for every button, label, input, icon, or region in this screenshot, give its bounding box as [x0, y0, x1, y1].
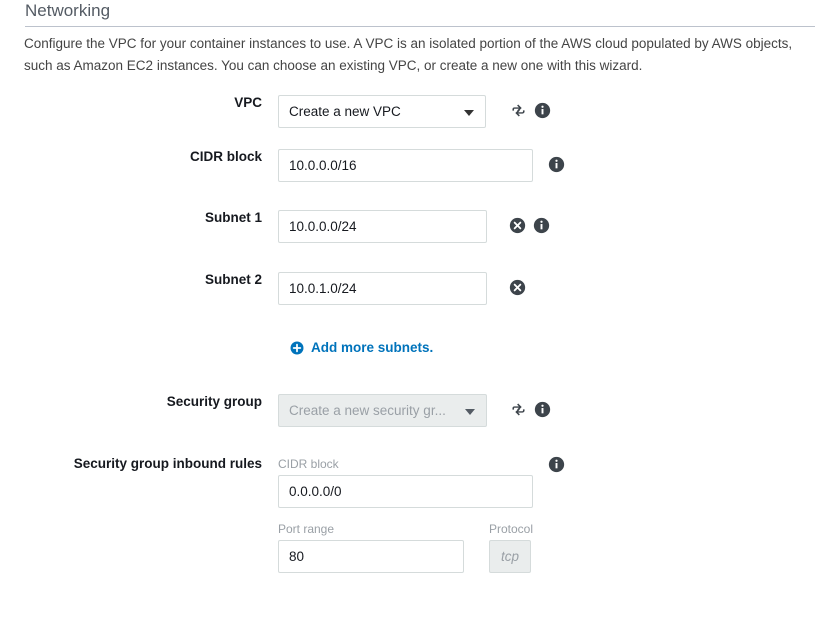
- header-divider: [25, 26, 815, 27]
- info-icon[interactable]: [548, 456, 565, 473]
- inbound-port-range-sublabel: Port range: [278, 522, 335, 536]
- field-row-inbound-rules: Security group inbound rules CIDR block …: [0, 456, 840, 576]
- info-icon[interactable]: [548, 156, 565, 173]
- add-more-subnets-label: Add more subnets.: [311, 340, 434, 355]
- section-header: Networking: [25, 0, 815, 27]
- vpc-label: VPC: [234, 95, 262, 110]
- security-group-select-value: Create a new security gr...: [289, 403, 446, 418]
- inbound-rules-icon-group: [548, 456, 565, 473]
- section-description: Configure the VPC for your container ins…: [24, 36, 793, 73]
- refresh-icon[interactable]: [510, 102, 527, 119]
- remove-circle-icon[interactable]: [509, 217, 526, 234]
- inbound-protocol-sublabel: Protocol: [489, 522, 534, 536]
- subnet-1-icon-group: [509, 217, 550, 234]
- vpc-select[interactable]: Create a new VPC: [278, 95, 486, 128]
- subnet-2-input[interactable]: 10.0.1.0/24: [278, 272, 487, 305]
- security-group-select[interactable]: Create a new security gr...: [278, 394, 487, 427]
- remove-circle-icon[interactable]: [509, 279, 526, 296]
- inbound-rules-label: Security group inbound rules: [73, 456, 262, 471]
- inbound-port-protocol-group: Port range 80 Protocol tcp: [278, 521, 840, 573]
- field-row-cidr-block: CIDR block 10.0.0.0/16: [0, 149, 840, 210]
- inbound-protocol-group: Protocol tcp: [489, 521, 544, 573]
- field-row-subnet-1: Subnet 1 10.0.0.0/24: [0, 210, 840, 272]
- subnet-2-icon-group: [509, 279, 526, 296]
- subnet-1-label: Subnet 1: [204, 210, 262, 225]
- refresh-icon[interactable]: [510, 401, 527, 418]
- security-group-label: Security group: [166, 394, 262, 409]
- cidr-block-label: CIDR block: [189, 149, 262, 164]
- inbound-cidr-block-input[interactable]: 0.0.0.0/0: [278, 475, 533, 508]
- add-circle-icon: [290, 341, 304, 355]
- field-row-security-group: Security group Create a new security gr.…: [0, 394, 840, 456]
- networking-form: VPC Create a new VPC CIDR block 10.0.0.0…: [0, 95, 840, 576]
- info-icon[interactable]: [534, 401, 551, 418]
- inbound-port-range-input[interactable]: 80: [278, 540, 464, 573]
- add-subnets-row: Add more subnets.: [0, 334, 840, 394]
- subnet-2-label: Subnet 2: [204, 272, 262, 287]
- chevron-down-icon: [464, 109, 474, 116]
- field-row-subnet-2: Subnet 2 10.0.1.0/24: [0, 272, 840, 334]
- add-more-subnets-link[interactable]: Add more subnets.: [290, 340, 433, 355]
- field-row-vpc: VPC Create a new VPC: [0, 95, 840, 149]
- subnet-1-input[interactable]: 10.0.0.0/24: [278, 210, 487, 243]
- info-icon[interactable]: [533, 217, 550, 234]
- inbound-port-range-group: Port range 80: [278, 521, 464, 573]
- security-group-icon-group: [510, 401, 551, 418]
- chevron-down-icon: [465, 408, 475, 415]
- vpc-select-value: Create a new VPC: [289, 104, 401, 119]
- cidr-block-icon-group: [548, 156, 565, 173]
- info-icon[interactable]: [534, 102, 551, 119]
- vpc-icon-group: [510, 102, 551, 119]
- cidr-block-input[interactable]: 10.0.0.0/16: [278, 149, 533, 182]
- inbound-protocol-input: tcp: [489, 540, 531, 573]
- page-title: Networking: [25, 1, 111, 20]
